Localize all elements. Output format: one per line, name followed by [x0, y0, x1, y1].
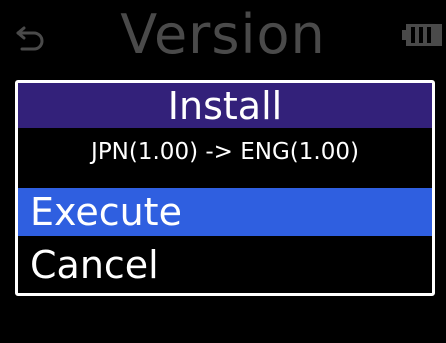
execute-option[interactable]: Execute: [18, 188, 432, 236]
top-bar: Version: [0, 0, 446, 72]
battery-icon: [402, 24, 442, 46]
screen-title: Version: [120, 3, 326, 66]
dialog-subtitle: JPN(1.00) -> ENG(1.00): [91, 139, 359, 165]
install-dialog: Install JPN(1.00) -> ENG(1.00) Execute C…: [15, 80, 435, 296]
dialog-title: Install: [18, 83, 432, 128]
cancel-option[interactable]: Cancel: [18, 241, 432, 289]
